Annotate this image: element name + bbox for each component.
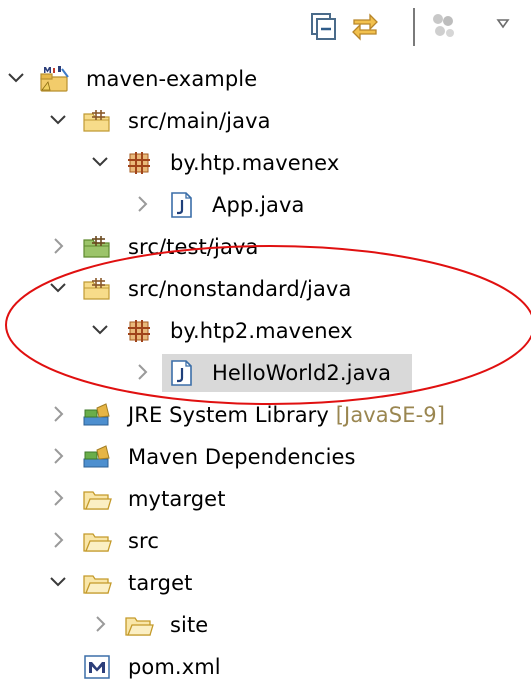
tree-item[interactable]: site <box>0 604 531 646</box>
tree-item-name: site <box>170 613 209 637</box>
tree-item-label: HelloWorld2.java <box>212 359 391 387</box>
chevron-right-icon[interactable] <box>48 235 68 257</box>
folder-icon <box>82 526 112 556</box>
tree-item[interactable]: pom.xml <box>0 646 531 688</box>
folder-icon <box>82 568 112 598</box>
chevron-right-icon[interactable] <box>90 613 110 635</box>
tree-item-name: by.htp.mavenex <box>170 151 340 175</box>
test-source-folder-icon <box>82 232 112 262</box>
collapse-all-icon[interactable] <box>308 10 338 42</box>
focus-active-task-icon[interactable] <box>428 10 458 42</box>
package-icon <box>124 148 154 178</box>
source-folder-icon <box>82 106 112 136</box>
library-icon <box>82 442 112 472</box>
tree-item[interactable]: src <box>0 520 531 562</box>
folder-icon <box>124 610 154 640</box>
chevron-down-icon[interactable] <box>90 319 110 341</box>
tree-item-label: pom.xml <box>128 653 221 681</box>
tree-item-label: Maven Dependencies <box>128 443 356 471</box>
tree-item-label: src/nonstandard/java <box>128 275 351 303</box>
java-file-icon <box>166 358 196 388</box>
chevron-right-icon[interactable] <box>48 445 68 467</box>
tree-item-label: maven-example <box>86 65 257 93</box>
toolbar-separator <box>413 8 415 46</box>
package-icon <box>124 316 154 346</box>
tree-item-name: target <box>128 571 193 595</box>
tree-item[interactable]: by.htp2.mavenex <box>0 310 531 352</box>
view-menu-icon[interactable] <box>492 10 522 42</box>
chevron-right-icon[interactable] <box>132 193 152 215</box>
tree-item-name: src/test/java <box>128 235 259 259</box>
library-icon <box>82 400 112 430</box>
chevron-down-icon[interactable] <box>90 151 110 173</box>
tree-item-label: by.htp.mavenex <box>170 149 339 177</box>
chevron-right-icon[interactable] <box>48 487 68 509</box>
tree-item[interactable]: HelloWorld2.java <box>0 352 531 394</box>
tree-item-label: site <box>170 611 208 639</box>
tree-item[interactable]: target <box>0 562 531 604</box>
tree-item[interactable]: JRE System Library [JavaSE-9] <box>0 394 531 436</box>
tree-item[interactable]: src/test/java <box>0 226 531 268</box>
tree-item-name: src/main/java <box>128 109 271 133</box>
source-folder-icon <box>82 274 112 304</box>
link-with-editor-icon[interactable] <box>350 10 380 42</box>
tree-item-label: mytarget <box>128 485 226 513</box>
tree-item[interactable]: by.htp.mavenex <box>0 142 531 184</box>
tree-item-name: JRE System Library <box>128 403 329 427</box>
tree-item-name: App.java <box>212 193 305 217</box>
tree-item-name: mytarget <box>128 487 226 511</box>
tree-item[interactable]: src/main/java <box>0 100 531 142</box>
tree-item-label: by.htp2.mavenex <box>170 317 353 345</box>
tree-item[interactable]: src/nonstandard/java <box>0 268 531 310</box>
tree-item[interactable]: Maven Dependencies <box>0 436 531 478</box>
tree-item-label: src <box>128 527 159 555</box>
tree-item[interactable]: mytarget <box>0 478 531 520</box>
tree-item[interactable]: App.java <box>0 184 531 226</box>
tree-item-label: src/test/java <box>128 233 258 261</box>
java-file-icon <box>166 190 196 220</box>
chevron-down-icon[interactable] <box>48 571 68 593</box>
tree-item-label: App.java <box>212 191 305 219</box>
chevron-down-icon[interactable] <box>48 277 68 299</box>
tree-item-name: maven-example <box>86 67 258 91</box>
tree-item[interactable]: maven-example <box>0 58 531 100</box>
tree-item-label: target <box>128 569 192 597</box>
tree-item-label: JRE System Library [JavaSE-9] <box>128 401 445 429</box>
tree-item-name: pom.xml <box>128 655 221 679</box>
chevron-right-icon[interactable] <box>48 529 68 551</box>
chevron-down-icon[interactable] <box>6 67 26 89</box>
tree-item-name: src/nonstandard/java <box>128 277 352 301</box>
tree-item-name: src <box>128 529 159 553</box>
tree-item-name: HelloWorld2.java <box>212 361 392 385</box>
tree-item-decoration: [JavaSE-9] <box>328 403 446 427</box>
tree-item-name: by.htp2.mavenex <box>170 319 353 343</box>
tree-item-label: src/main/java <box>128 107 271 135</box>
maven-pom-icon <box>82 652 112 682</box>
chevron-right-icon[interactable] <box>48 403 68 425</box>
folder-icon <box>82 484 112 514</box>
chevron-right-icon[interactable] <box>132 361 152 383</box>
tree-item-name: Maven Dependencies <box>128 445 356 469</box>
chevron-down-icon[interactable] <box>48 109 68 131</box>
maven-project-icon <box>40 64 70 94</box>
